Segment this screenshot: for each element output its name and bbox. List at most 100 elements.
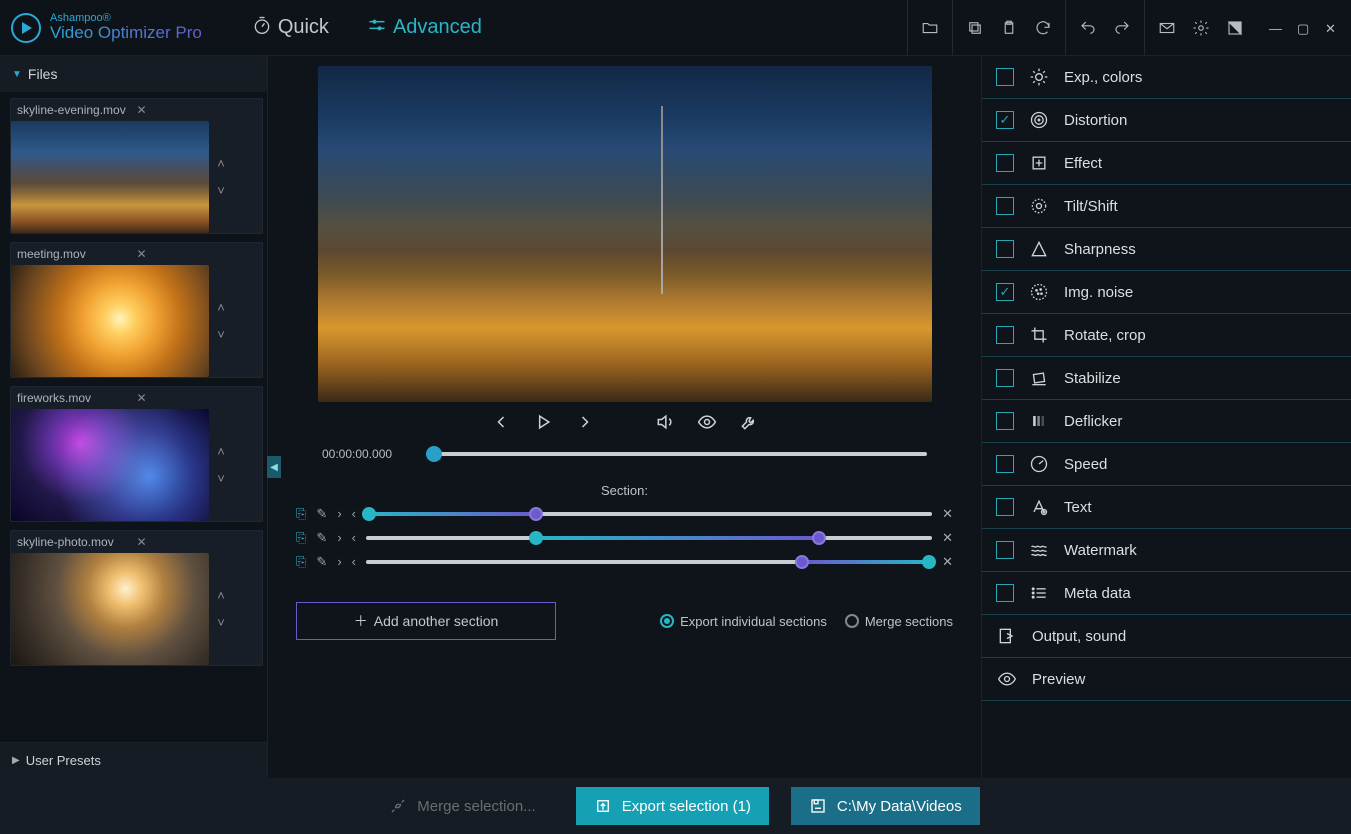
effect-preview[interactable]: Preview (982, 658, 1351, 701)
move-down-icon[interactable]: ˅ (217, 327, 225, 342)
sliders-icon (367, 15, 387, 41)
file-item[interactable]: skyline-photo.mov ✕ ˄ ˅ (10, 530, 263, 666)
file-thumbnail[interactable] (11, 409, 209, 521)
prev-frame-button[interactable] (491, 412, 511, 435)
file-thumbnail[interactable] (11, 121, 209, 233)
triangle-icon (1028, 238, 1050, 260)
effect-effect[interactable]: Effect (982, 142, 1351, 185)
effect-sharpness[interactable]: Sharpness (982, 228, 1351, 271)
effect-checkbox[interactable] (996, 111, 1014, 129)
section-prev-icon[interactable]: ‹ (352, 554, 356, 570)
copy-icon[interactable] (963, 16, 987, 40)
close-button[interactable]: ✕ (1325, 21, 1339, 35)
section-prev-icon[interactable]: ‹ (352, 530, 356, 546)
section-edit-icon[interactable]: ✎ (316, 530, 327, 546)
mode-quick[interactable]: Quick (242, 9, 339, 47)
move-down-icon[interactable]: ˅ (217, 615, 225, 630)
export-selection-button[interactable]: Export selection (1) (576, 787, 769, 825)
files-header[interactable]: ▼ Files (0, 56, 267, 92)
section-next-icon[interactable]: › (337, 530, 341, 546)
tools-button[interactable] (739, 412, 759, 435)
settings-icon[interactable] (1189, 16, 1213, 40)
effect-checkbox[interactable] (996, 283, 1014, 301)
effect-checkbox[interactable] (996, 326, 1014, 344)
effect-checkbox[interactable] (996, 584, 1014, 602)
file-remove-icon[interactable]: ✕ (137, 391, 257, 405)
section-snap-icon[interactable]: ⎘ (296, 506, 306, 522)
move-down-icon[interactable]: ˅ (217, 183, 225, 198)
file-item[interactable]: meeting.mov ✕ ˄ ˅ (10, 242, 263, 378)
effect-rotate[interactable]: Rotate, crop (982, 314, 1351, 357)
effect-speed[interactable]: Speed (982, 443, 1351, 486)
presets-header[interactable]: ▶ User Presets (0, 742, 267, 778)
file-thumbnail[interactable] (11, 553, 209, 665)
mail-icon[interactable] (1155, 16, 1179, 40)
effect-checkbox[interactable] (996, 240, 1014, 258)
section-next-icon[interactable]: › (337, 506, 341, 522)
file-remove-icon[interactable]: ✕ (137, 247, 257, 261)
move-up-icon[interactable]: ˄ (217, 444, 225, 459)
effect-meta[interactable]: Meta data (982, 572, 1351, 615)
section-slider-2[interactable] (366, 536, 932, 540)
effect-checkbox[interactable] (996, 541, 1014, 559)
section-delete-3[interactable]: ✕ (942, 554, 953, 570)
effect-checkbox[interactable] (996, 154, 1014, 172)
file-item[interactable]: fireworks.mov ✕ ˄ ˅ (10, 386, 263, 522)
effect-text[interactable]: Text (982, 486, 1351, 529)
effect-checkbox[interactable] (996, 498, 1014, 516)
section-edit-icon[interactable]: ✎ (316, 506, 327, 522)
list-icon (1028, 582, 1050, 604)
effect-checkbox[interactable] (996, 455, 1014, 473)
move-up-icon[interactable]: ˄ (217, 300, 225, 315)
volume-button[interactable] (655, 412, 675, 435)
file-item[interactable]: skyline-evening.mov ✕ ˄ ˅ (10, 98, 263, 234)
next-frame-button[interactable] (575, 412, 595, 435)
file-thumbnail[interactable] (11, 265, 209, 377)
minimize-button[interactable]: — (1269, 21, 1283, 35)
effect-noise[interactable]: Img. noise (982, 271, 1351, 314)
section-snap-icon[interactable]: ⎘ (296, 554, 306, 570)
effect-watermark[interactable]: Watermark (982, 529, 1351, 572)
section-delete-1[interactable]: ✕ (942, 506, 953, 522)
section-delete-2[interactable]: ✕ (942, 530, 953, 546)
move-up-icon[interactable]: ˄ (217, 156, 225, 171)
section-next-icon[interactable]: › (337, 554, 341, 570)
effect-distortion[interactable]: Distortion (982, 99, 1351, 142)
open-folder-icon[interactable] (918, 16, 942, 40)
effect-tilt[interactable]: Tilt/Shift (982, 185, 1351, 228)
maximize-button[interactable]: ▢ (1297, 21, 1311, 35)
merge-selection-button[interactable]: Merge selection... (371, 787, 553, 825)
preview-toggle-button[interactable] (697, 412, 717, 435)
section-slider-1[interactable] (366, 512, 932, 516)
merge-sections-radio[interactable]: Merge sections (845, 614, 953, 629)
add-section-button[interactable]: ＋ Add another section (296, 602, 556, 640)
effect-checkbox[interactable] (996, 68, 1014, 86)
output-path-button[interactable]: C:\My Data\Videos (791, 787, 980, 825)
effect-output[interactable]: Output, sound (982, 615, 1351, 658)
play-button[interactable] (533, 412, 553, 435)
move-down-icon[interactable]: ˅ (217, 471, 225, 486)
theme-icon[interactable] (1223, 16, 1247, 40)
effect-checkbox[interactable] (996, 197, 1014, 215)
file-remove-icon[interactable]: ✕ (137, 535, 257, 549)
effect-stabilize[interactable]: Stabilize (982, 357, 1351, 400)
section-snap-icon[interactable]: ⎘ (296, 530, 306, 546)
clipboard-icon[interactable] (997, 16, 1021, 40)
refresh-icon[interactable] (1031, 16, 1055, 40)
undo-icon[interactable] (1076, 16, 1100, 40)
mode-advanced[interactable]: Advanced (357, 9, 492, 47)
section-edit-icon[interactable]: ✎ (316, 554, 327, 570)
section-slider-3[interactable] (366, 560, 932, 564)
section-prev-icon[interactable]: ‹ (352, 506, 356, 522)
move-up-icon[interactable]: ˄ (217, 588, 225, 603)
video-preview[interactable] (318, 66, 932, 402)
effect-exp[interactable]: Exp., colors (982, 56, 1351, 99)
effect-checkbox[interactable] (996, 412, 1014, 430)
redo-icon[interactable] (1110, 16, 1134, 40)
effect-checkbox[interactable] (996, 369, 1014, 387)
file-remove-icon[interactable]: ✕ (137, 103, 257, 117)
effect-deflicker[interactable]: Deflicker (982, 400, 1351, 443)
collapse-sidebar-handle[interactable]: ◀ (267, 456, 281, 478)
export-individual-radio[interactable]: Export individual sections (660, 614, 827, 629)
timeline-slider[interactable] (426, 452, 927, 456)
